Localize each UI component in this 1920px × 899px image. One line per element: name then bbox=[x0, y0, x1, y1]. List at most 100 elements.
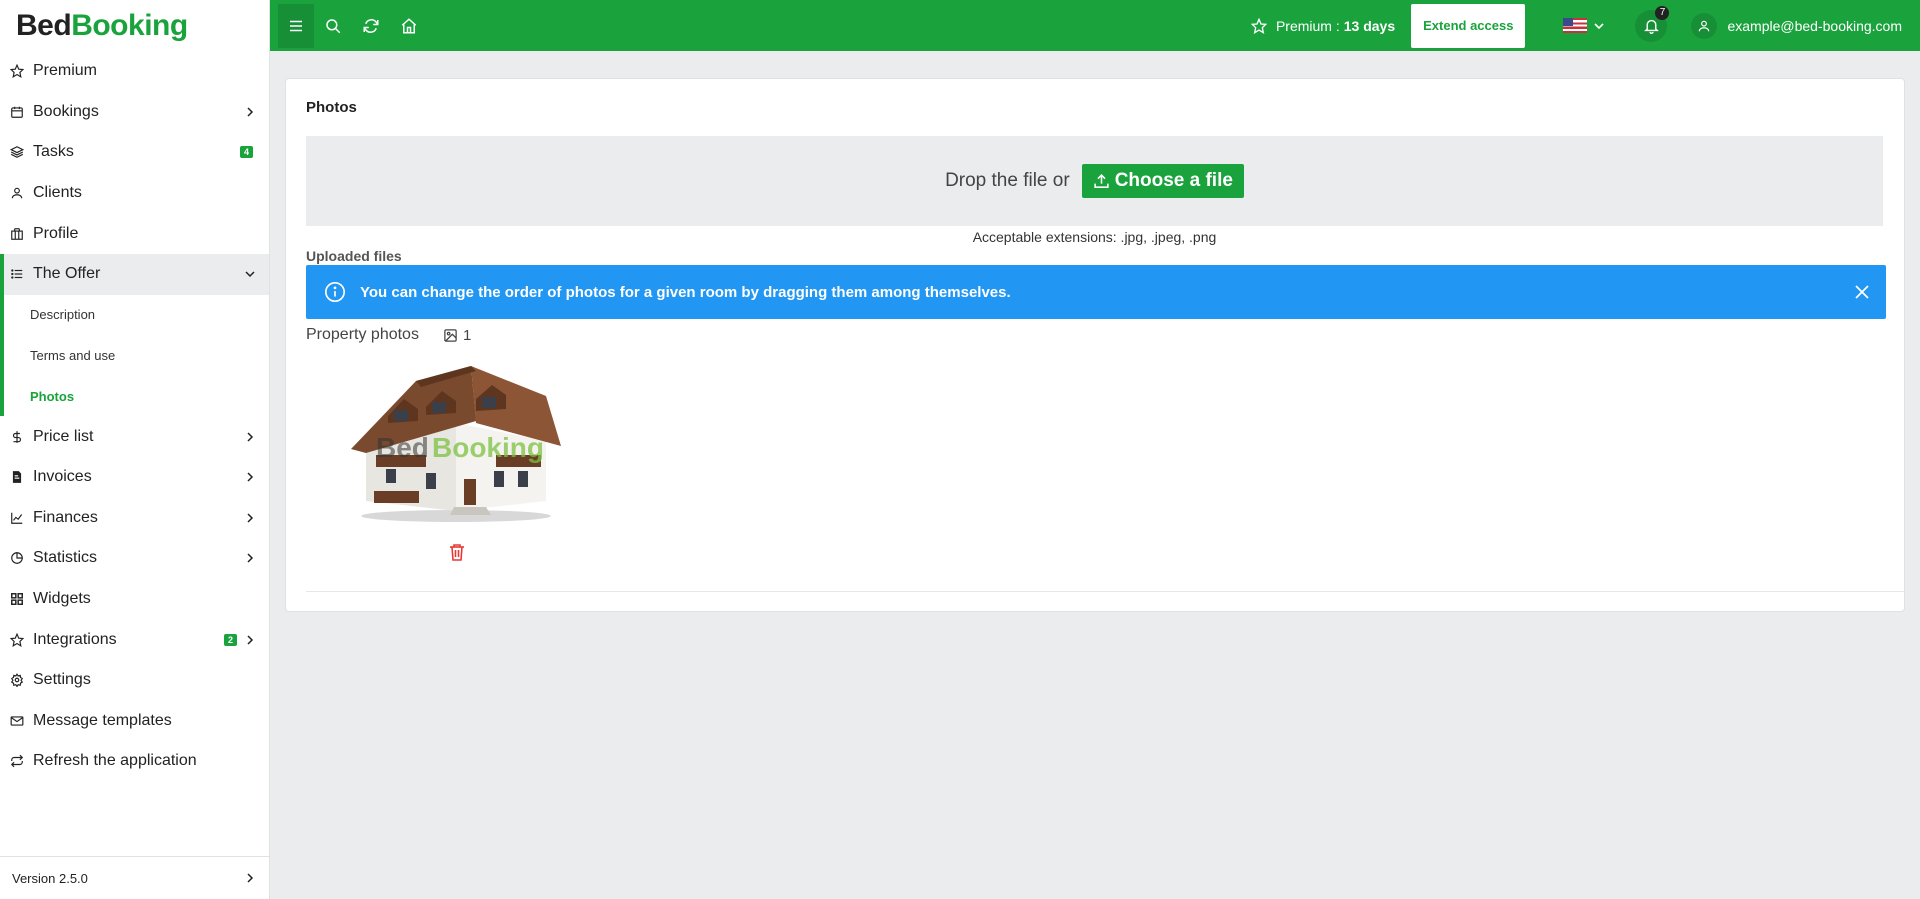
sidebar-item-label: Statistics bbox=[33, 549, 98, 567]
sidebar-item-label: Price list bbox=[33, 427, 94, 445]
choose-file-label: Choose a file bbox=[1114, 170, 1233, 191]
drop-text: Drop the file or bbox=[945, 170, 1070, 191]
alert-message: You can change the order of photos for a… bbox=[360, 283, 1011, 301]
sidebar-item-tasks[interactable]: Tasks 4 bbox=[0, 132, 269, 173]
sidebar-item-profile[interactable]: Profile bbox=[0, 213, 269, 254]
chevron-down-icon bbox=[245, 269, 255, 279]
version-label: Version 2.5.0 bbox=[12, 870, 88, 886]
delete-photo-icon[interactable] bbox=[449, 543, 465, 561]
premium-status: Premium : 13 days bbox=[1250, 17, 1395, 34]
sidebar-item-refresh-application[interactable]: Refresh the application bbox=[0, 741, 269, 782]
watermark-bed: Bed bbox=[376, 432, 429, 463]
user-icon bbox=[10, 186, 24, 200]
sidebar-item-price-list[interactable]: Price list bbox=[0, 416, 269, 457]
bell-icon bbox=[1644, 19, 1659, 34]
upload-icon bbox=[1094, 173, 1109, 188]
building-icon bbox=[10, 227, 24, 241]
chevron-right-icon bbox=[245, 432, 255, 442]
photos-card: Photos Drop the file or Choose a file Ac… bbox=[285, 78, 1905, 612]
uploaded-files-label: Uploaded files bbox=[306, 248, 402, 264]
star-icon bbox=[1250, 17, 1267, 34]
calendar-icon bbox=[10, 105, 24, 119]
repeat-icon bbox=[10, 754, 24, 768]
sidebar: Bed Booking Premium Bookings Tasks 4 Clie… bbox=[0, 0, 270, 899]
sidebar-item-widgets[interactable]: Widgets bbox=[0, 579, 269, 620]
us-flag-icon bbox=[1563, 18, 1588, 33]
home-icon[interactable] bbox=[390, 0, 428, 51]
page-title: Photos bbox=[306, 99, 357, 116]
chevron-right-icon bbox=[245, 472, 255, 482]
sidebar-item-clients[interactable]: Clients bbox=[0, 173, 269, 214]
extensions-note: Acceptable extensions: .jpg, .jpeg, .png bbox=[972, 229, 1217, 245]
integrations-meta: 2 bbox=[223, 633, 255, 646]
chevron-right-icon bbox=[245, 107, 255, 117]
sidebar-subitem-label: Terms and use bbox=[30, 347, 116, 363]
grid-icon bbox=[10, 592, 24, 606]
star-icon bbox=[10, 64, 24, 79]
sidebar-subitem-label: Photos bbox=[30, 388, 75, 404]
hamburger-menu-icon[interactable] bbox=[278, 3, 314, 48]
sidebar-item-label: Finances bbox=[33, 508, 98, 526]
pie-chart-icon bbox=[10, 551, 24, 565]
card-divider bbox=[306, 591, 1904, 592]
sidebar-subitem-description[interactable]: Description bbox=[0, 294, 269, 336]
chevron-down-icon bbox=[1594, 22, 1605, 29]
sidebar-item-label: Bookings bbox=[33, 102, 99, 120]
chevron-right-icon bbox=[245, 873, 255, 883]
logo-text-bed: Bed bbox=[16, 8, 72, 42]
invoice-icon bbox=[10, 470, 24, 484]
sidebar-item-the-offer[interactable]: The Offer bbox=[0, 253, 269, 295]
envelope-icon bbox=[10, 714, 24, 728]
sidebar-item-label: The Offer bbox=[33, 265, 101, 283]
gear-icon bbox=[10, 673, 24, 688]
refresh-icon[interactable] bbox=[352, 0, 390, 51]
chevron-right-icon bbox=[245, 513, 255, 523]
sidebar-item-label: Widgets bbox=[33, 590, 91, 608]
premium-label: Premium : bbox=[1275, 17, 1340, 34]
language-dropdown[interactable] bbox=[1563, 18, 1605, 33]
close-icon[interactable] bbox=[1854, 284, 1870, 300]
sidebar-item-label: Premium bbox=[33, 62, 98, 80]
logo-text-booking: Booking bbox=[71, 8, 188, 42]
sidebar-item-label: Profile bbox=[33, 224, 79, 242]
chevron-right-icon bbox=[245, 553, 255, 563]
user-icon bbox=[1699, 20, 1710, 31]
star-icon bbox=[10, 632, 24, 647]
sidebar-item-label: Refresh the application bbox=[33, 752, 197, 770]
search-icon[interactable] bbox=[314, 0, 352, 51]
chevron-right-icon bbox=[245, 635, 255, 645]
user-menu[interactable]: example@bed-booking.com bbox=[1691, 12, 1902, 39]
file-dropzone[interactable]: Drop the file or Choose a file bbox=[306, 136, 1883, 226]
sidebar-item-label: Settings bbox=[33, 671, 91, 689]
sidebar-item-bookings[interactable]: Bookings bbox=[0, 92, 269, 133]
sidebar-subitem-photos[interactable]: Photos bbox=[0, 375, 269, 417]
sidebar-item-premium[interactable]: Premium bbox=[0, 51, 269, 92]
sidebar-item-label: Integrations bbox=[33, 630, 117, 648]
extend-access-button[interactable]: Extend access bbox=[1411, 3, 1526, 48]
sidebar-nav: Premium Bookings Tasks 4 Clients Profile… bbox=[0, 51, 269, 782]
sidebar-item-statistics[interactable]: Statistics bbox=[0, 538, 269, 579]
avatar bbox=[1691, 12, 1718, 39]
choose-file-button[interactable]: Choose a file bbox=[1081, 164, 1244, 198]
tasks-count-badge: 4 bbox=[239, 146, 253, 159]
info-alert: You can change the order of photos for a… bbox=[306, 265, 1886, 319]
sidebar-item-label: Message templates bbox=[33, 711, 172, 729]
image-icon bbox=[444, 328, 457, 342]
bedbooking-logo[interactable]: Bed Booking bbox=[0, 0, 269, 51]
photo-count: 1 bbox=[443, 327, 471, 344]
sidebar-subitem-terms-and-use[interactable]: Terms and use bbox=[0, 335, 269, 376]
topbar-right: Premium : 13 days Extend access 7 exampl… bbox=[1250, 0, 1920, 51]
sidebar-item-message-templates[interactable]: Message templates bbox=[0, 701, 269, 742]
integrations-count-badge: 2 bbox=[223, 633, 237, 646]
version-row[interactable]: Version 2.5.0 bbox=[0, 856, 269, 899]
info-icon bbox=[325, 282, 345, 302]
sidebar-item-integrations[interactable]: Integrations 2 bbox=[0, 619, 269, 660]
sidebar-item-finances[interactable]: Finances bbox=[0, 498, 269, 539]
notifications-button[interactable]: 7 bbox=[1635, 5, 1670, 42]
sidebar-item-settings[interactable]: Settings bbox=[0, 660, 269, 701]
property-photo-thumbnail[interactable]: Bed Booking bbox=[346, 361, 566, 526]
dollar-icon bbox=[10, 430, 24, 444]
sidebar-item-invoices[interactable]: Invoices bbox=[0, 457, 269, 498]
list-icon bbox=[10, 267, 24, 281]
notifications-count-badge: 7 bbox=[1655, 5, 1670, 20]
